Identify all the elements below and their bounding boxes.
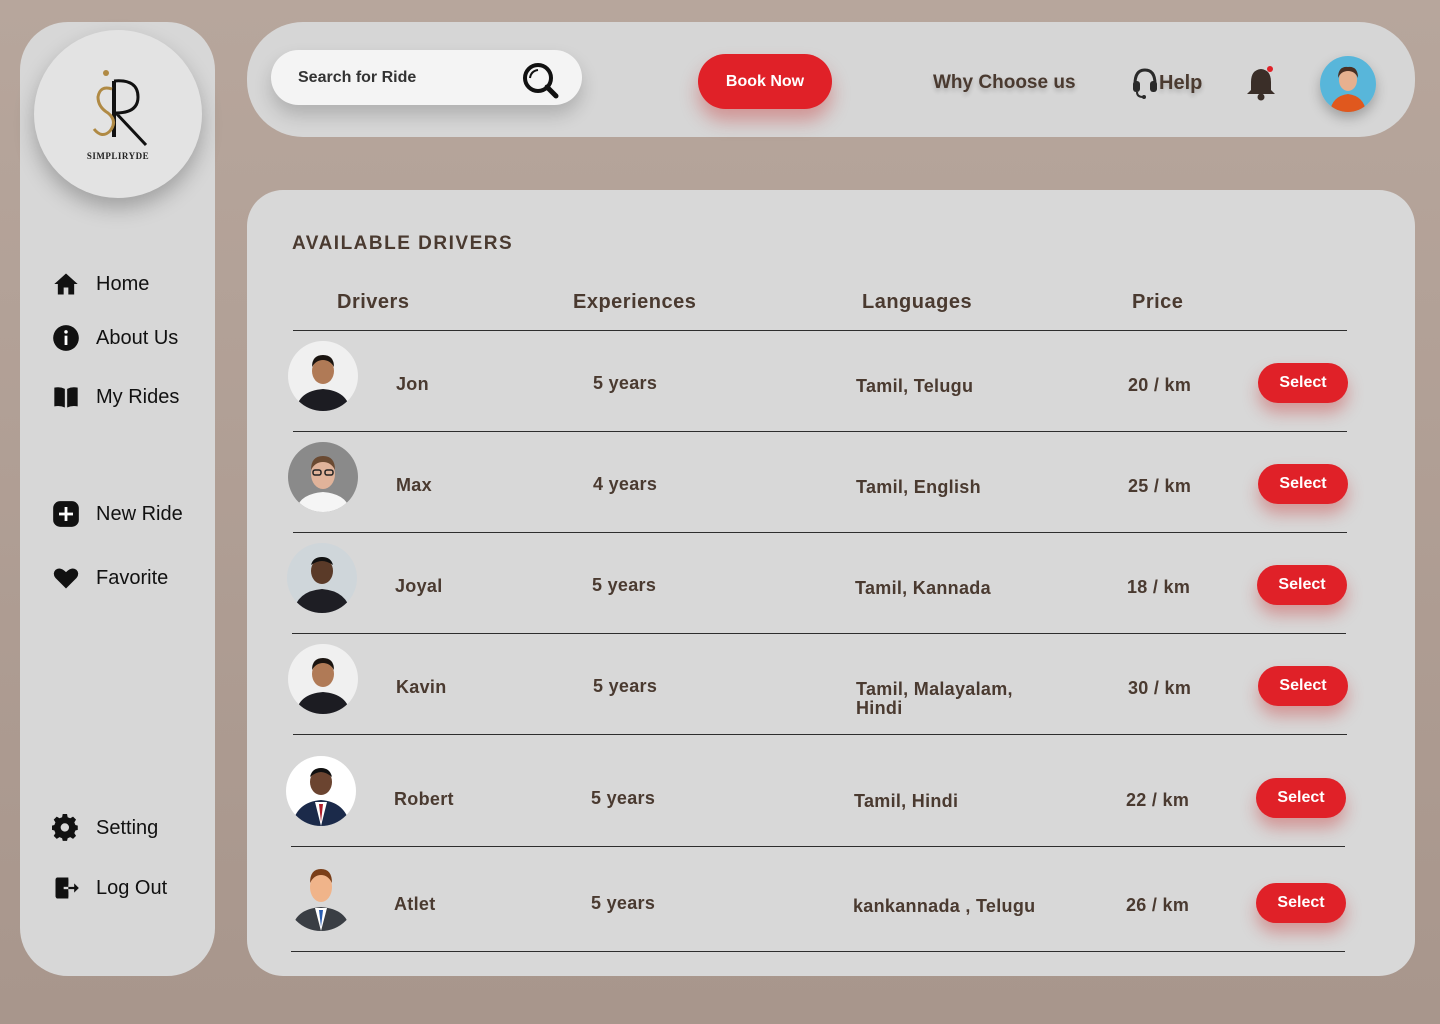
- home-icon: [54, 273, 78, 295]
- driver-price: 18 / km: [1127, 577, 1191, 597]
- driver-languages: Tamil, Hindi: [854, 791, 959, 811]
- driver-name: Jon: [396, 374, 429, 394]
- search-box[interactable]: [271, 50, 582, 105]
- select-driver-button[interactable]: Select: [1258, 464, 1348, 504]
- driver-price: 30 / km: [1128, 678, 1192, 698]
- column-header-drivers: Drivers: [337, 291, 410, 313]
- header-divider: [293, 330, 1347, 331]
- book-icon: [54, 387, 78, 408]
- driver-languages: Tamil, Malayalam, Hindi: [856, 679, 1013, 718]
- select-driver-button[interactable]: Select: [1256, 883, 1346, 923]
- row-divider: [293, 734, 1347, 735]
- headset-icon: [1133, 68, 1157, 99]
- user-avatar-image: [1320, 56, 1376, 112]
- drivers-panel: AVAILABLE DRIVERS Drivers Experiences La…: [247, 190, 1415, 976]
- driver-photo: [288, 644, 358, 714]
- driver-price: 22 / km: [1126, 790, 1190, 810]
- sidebar-item-label: Home: [96, 272, 150, 295]
- notification-bell-icon[interactable]: [1243, 64, 1279, 102]
- driver-languages: kankannada , Telugu: [853, 896, 1036, 916]
- user-avatar[interactable]: [1320, 56, 1376, 112]
- sidebar-item-label: Favorite: [96, 566, 169, 589]
- row-divider: [291, 951, 1345, 952]
- select-driver-button[interactable]: Select: [1258, 666, 1348, 706]
- sidebar-item-label: New Ride: [96, 502, 183, 525]
- sidebar-item-label: About Us: [96, 326, 179, 349]
- sidebar-item-label: My Rides: [96, 385, 180, 408]
- heart-icon: [53, 568, 79, 589]
- driver-languages: Tamil, English: [856, 477, 981, 497]
- sidebar-item-label: Log Out: [96, 876, 168, 899]
- sidebar-item-about[interactable]: About Us: [52, 324, 178, 352]
- column-header-experiences: Experiences: [573, 291, 697, 313]
- driver-photo: [286, 861, 356, 931]
- row-divider: [292, 633, 1346, 634]
- row-divider: [293, 532, 1347, 533]
- sidebar-item-setting[interactable]: Setting: [52, 814, 158, 842]
- panel-title: AVAILABLE DRIVERS: [292, 233, 514, 254]
- why-choose-us-link[interactable]: Why Choose us: [933, 72, 1076, 94]
- driver-name: Atlet: [394, 894, 436, 914]
- search-input[interactable]: [298, 68, 498, 87]
- driver-photo: [286, 756, 356, 826]
- column-header-price: Price: [1132, 291, 1184, 313]
- driver-languages: Tamil, Kannada: [855, 578, 991, 598]
- brand-name: SIMPLIRYDE: [86, 151, 150, 161]
- driver-experience: 5 years: [593, 676, 658, 696]
- driver-experience: 4 years: [593, 474, 658, 494]
- driver-photo: [287, 543, 357, 613]
- row-divider: [291, 846, 1345, 847]
- driver-name: Joyal: [395, 576, 443, 596]
- driver-experience: 5 years: [592, 575, 657, 595]
- book-now-button[interactable]: Book Now: [698, 54, 832, 109]
- plus-icon: [53, 501, 79, 527]
- top-bar: Book Now Why Choose us Help: [247, 22, 1415, 137]
- select-driver-button[interactable]: Select: [1258, 363, 1348, 403]
- help-link[interactable]: Help: [1131, 66, 1202, 100]
- driver-price: 25 / km: [1128, 476, 1192, 496]
- sidebar-item-logout[interactable]: Log Out: [52, 874, 167, 902]
- sidebar: SIMPLIRYDE Home About Us My Rides New Ri…: [20, 22, 215, 976]
- sidebar-item-new-ride[interactable]: New Ride: [52, 500, 183, 528]
- sidebar-item-label: Setting: [96, 816, 159, 839]
- driver-name: Kavin: [396, 677, 447, 697]
- select-driver-button[interactable]: Select: [1257, 565, 1347, 605]
- info-icon: [53, 325, 79, 351]
- driver-price: 20 / km: [1128, 375, 1192, 395]
- sidebar-item-home[interactable]: Home: [52, 270, 149, 298]
- logo-mark-icon: [92, 70, 148, 147]
- driver-experience: 5 years: [591, 893, 656, 913]
- driver-experience: 5 years: [593, 373, 658, 393]
- driver-name: Robert: [394, 789, 454, 809]
- driver-price: 26 / km: [1126, 895, 1190, 915]
- help-label: Help: [1159, 71, 1203, 94]
- driver-name: Max: [396, 475, 432, 495]
- sidebar-item-favorite[interactable]: Favorite: [52, 564, 168, 592]
- search-icon[interactable]: [520, 60, 560, 100]
- select-driver-button[interactable]: Select: [1256, 778, 1346, 818]
- brand-logo[interactable]: SIMPLIRYDE: [34, 30, 202, 198]
- gear-icon: [52, 814, 78, 841]
- driver-photo: [288, 442, 358, 512]
- logout-icon: [55, 877, 79, 899]
- driver-photo: [288, 341, 358, 411]
- driver-experience: 5 years: [591, 788, 656, 808]
- column-header-languages: Languages: [862, 291, 973, 313]
- driver-languages: Tamil, Telugu: [856, 376, 974, 396]
- row-divider: [293, 431, 1347, 432]
- sidebar-item-my-rides[interactable]: My Rides: [52, 383, 179, 411]
